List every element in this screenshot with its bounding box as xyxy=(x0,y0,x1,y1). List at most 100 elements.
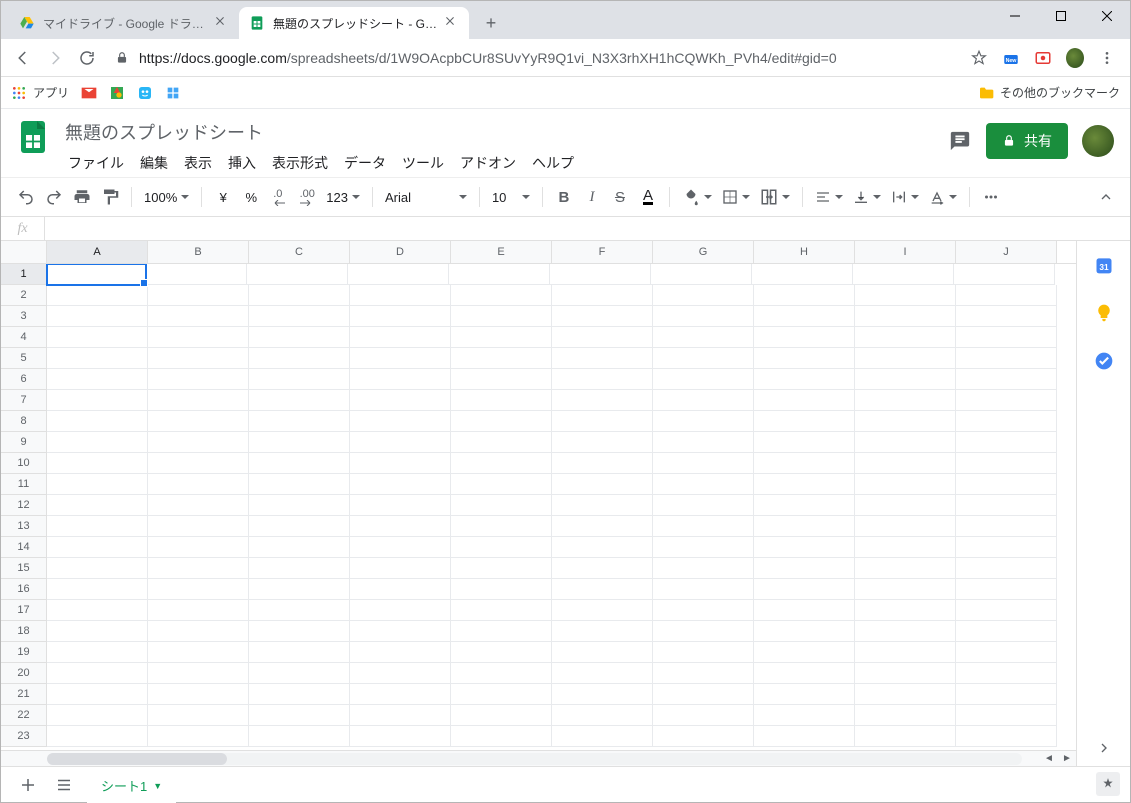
cell[interactable] xyxy=(754,390,855,411)
cell[interactable] xyxy=(754,516,855,537)
cell[interactable] xyxy=(47,516,148,537)
add-sheet-button[interactable] xyxy=(15,772,41,798)
cell[interactable] xyxy=(956,306,1057,327)
cell[interactable] xyxy=(653,705,754,726)
row-header[interactable]: 21 xyxy=(1,684,47,705)
cell[interactable] xyxy=(853,264,954,285)
cell[interactable] xyxy=(350,453,451,474)
cell[interactable] xyxy=(754,642,855,663)
cell[interactable] xyxy=(249,453,350,474)
apps-shortcut[interactable]: アプリ xyxy=(11,84,69,101)
cell[interactable] xyxy=(552,411,653,432)
cell[interactable] xyxy=(754,600,855,621)
cell[interactable] xyxy=(148,642,249,663)
cell[interactable] xyxy=(249,705,350,726)
cell[interactable] xyxy=(249,621,350,642)
cell[interactable] xyxy=(855,537,956,558)
cell[interactable] xyxy=(451,495,552,516)
cell[interactable] xyxy=(653,411,754,432)
cell[interactable] xyxy=(653,726,754,747)
row-header[interactable]: 2 xyxy=(1,285,47,306)
cell[interactable] xyxy=(350,327,451,348)
cell[interactable] xyxy=(653,495,754,516)
cell[interactable] xyxy=(552,327,653,348)
cell[interactable] xyxy=(451,453,552,474)
bold-button[interactable]: B xyxy=(551,184,577,210)
cell[interactable] xyxy=(754,369,855,390)
cell[interactable] xyxy=(350,390,451,411)
cell[interactable] xyxy=(956,705,1057,726)
row-header[interactable]: 16 xyxy=(1,579,47,600)
cell[interactable] xyxy=(350,432,451,453)
cell[interactable] xyxy=(956,390,1057,411)
row-header[interactable]: 15 xyxy=(1,558,47,579)
cell[interactable] xyxy=(754,411,855,432)
cell[interactable] xyxy=(350,285,451,306)
cell[interactable] xyxy=(653,537,754,558)
account-avatar-icon[interactable] xyxy=(1082,125,1114,157)
cell[interactable] xyxy=(855,474,956,495)
cell[interactable] xyxy=(249,537,350,558)
cell[interactable] xyxy=(552,348,653,369)
url-input[interactable]: https://docs.google.com/spreadsheets/d/1… xyxy=(105,44,966,72)
cell[interactable] xyxy=(451,684,552,705)
menu-item[interactable]: データ xyxy=(337,149,393,177)
column-header[interactable]: B xyxy=(148,241,249,263)
cell[interactable] xyxy=(653,348,754,369)
italic-button[interactable]: I xyxy=(579,184,605,210)
cell[interactable] xyxy=(249,348,350,369)
cell[interactable] xyxy=(552,306,653,327)
cell[interactable] xyxy=(552,642,653,663)
cell[interactable] xyxy=(148,369,249,390)
cell[interactable] xyxy=(653,327,754,348)
row-header[interactable]: 19 xyxy=(1,642,47,663)
keep-icon[interactable] xyxy=(1094,303,1114,323)
cell[interactable] xyxy=(47,285,148,306)
calendar-icon[interactable]: 31 xyxy=(1094,255,1114,275)
strikethrough-button[interactable]: S xyxy=(607,184,633,210)
row-header[interactable]: 7 xyxy=(1,390,47,411)
cell[interactable] xyxy=(855,495,956,516)
row-header[interactable]: 3 xyxy=(1,306,47,327)
cell[interactable] xyxy=(754,432,855,453)
cell[interactable] xyxy=(451,621,552,642)
cell[interactable] xyxy=(552,369,653,390)
cell[interactable] xyxy=(956,684,1057,705)
cell[interactable] xyxy=(350,558,451,579)
cell[interactable] xyxy=(956,453,1057,474)
cell[interactable] xyxy=(956,600,1057,621)
cell[interactable] xyxy=(451,579,552,600)
cell[interactable] xyxy=(754,726,855,747)
row-header[interactable]: 6 xyxy=(1,369,47,390)
cell[interactable] xyxy=(247,264,348,285)
cell[interactable] xyxy=(855,621,956,642)
cell[interactable] xyxy=(47,663,148,684)
cell[interactable] xyxy=(47,495,148,516)
reload-button[interactable] xyxy=(73,44,101,72)
cell[interactable] xyxy=(249,285,350,306)
cell[interactable] xyxy=(956,348,1057,369)
cell[interactable] xyxy=(148,306,249,327)
cell[interactable] xyxy=(653,600,754,621)
menu-item[interactable]: ファイル xyxy=(61,149,131,177)
star-icon[interactable] xyxy=(970,49,988,67)
cell[interactable] xyxy=(855,327,956,348)
cell[interactable] xyxy=(350,516,451,537)
close-icon[interactable] xyxy=(445,16,459,30)
cell[interactable] xyxy=(350,600,451,621)
bookmark-item[interactable] xyxy=(81,85,97,101)
merge-cells-button[interactable] xyxy=(756,184,794,210)
row-header[interactable]: 4 xyxy=(1,327,47,348)
column-header[interactable]: G xyxy=(653,241,754,263)
cell[interactable] xyxy=(956,516,1057,537)
cell[interactable] xyxy=(148,600,249,621)
tasks-icon[interactable] xyxy=(1094,351,1114,371)
row-header[interactable]: 14 xyxy=(1,537,47,558)
cell[interactable] xyxy=(350,369,451,390)
cell[interactable] xyxy=(451,390,552,411)
cell[interactable] xyxy=(552,705,653,726)
cell[interactable] xyxy=(855,369,956,390)
cell[interactable] xyxy=(855,453,956,474)
cell[interactable] xyxy=(148,558,249,579)
cell[interactable] xyxy=(451,306,552,327)
